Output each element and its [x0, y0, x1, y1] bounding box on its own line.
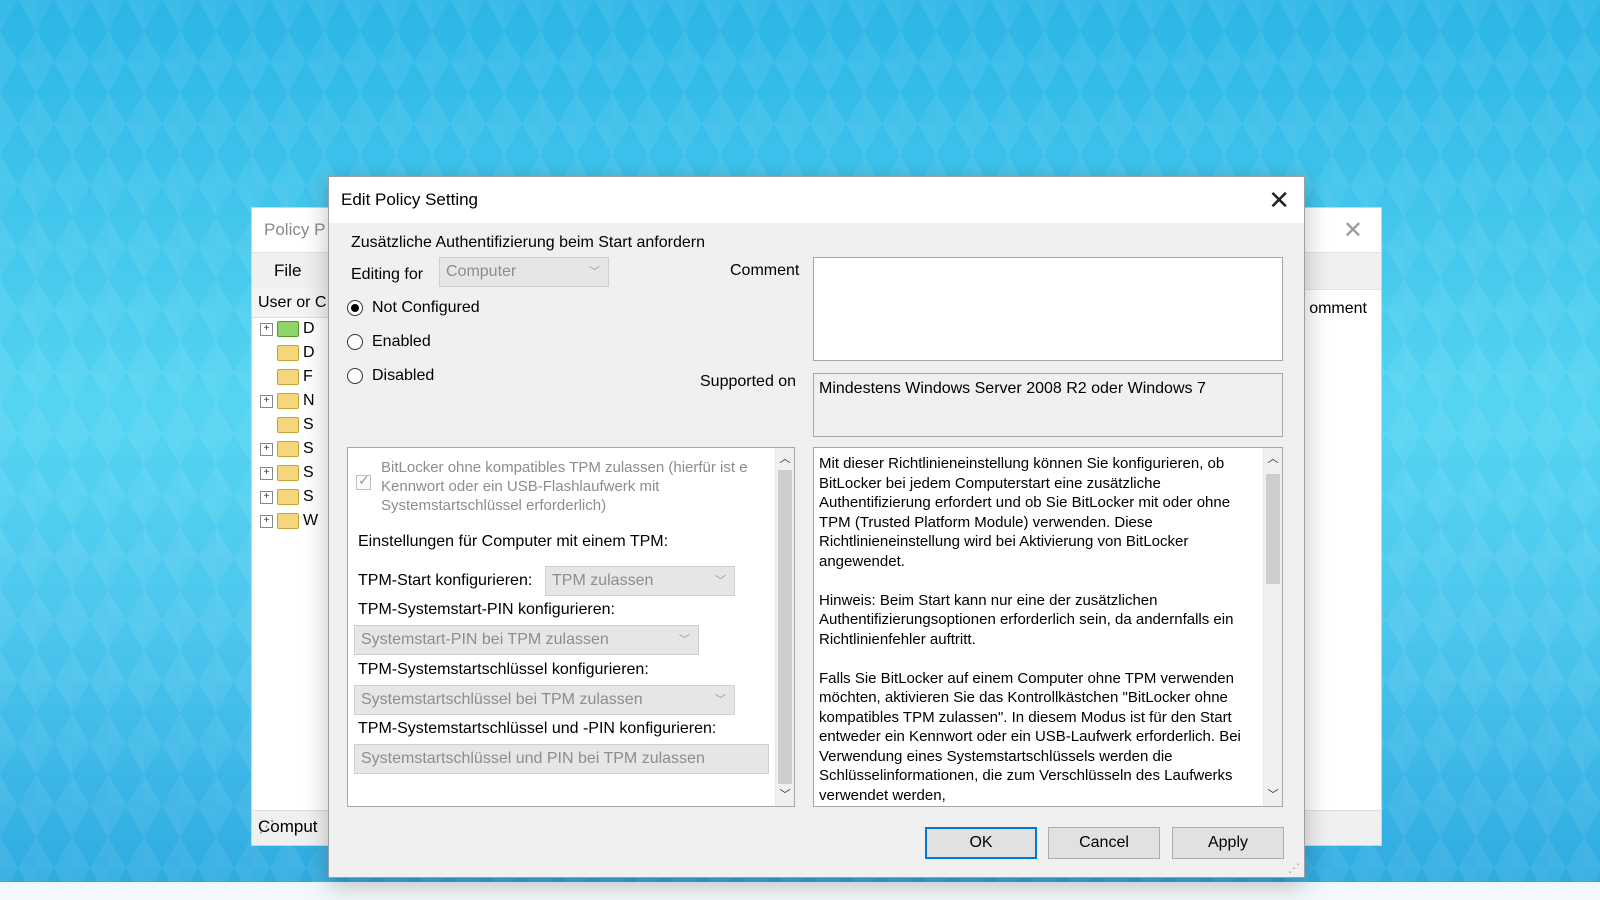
tree-item[interactable]: + S	[260, 462, 314, 484]
cancel-button[interactable]: Cancel	[1048, 827, 1160, 859]
help-scroll-thumb[interactable]	[1266, 474, 1280, 584]
bitlocker-checkbox-label: BitLocker ohne kompatibles TPM zulassen …	[381, 459, 748, 514]
radio-enabled[interactable]: Enabled	[347, 333, 431, 351]
tpm-key-label: TPM-Systemstartschlüssel konfigurieren:	[358, 661, 649, 678]
tpm-start-select[interactable]: TPM zulassen ﹀	[545, 566, 735, 596]
chevron-down-icon: ﹀	[589, 266, 600, 279]
chevron-down-icon: ﹀	[715, 694, 726, 707]
dialog-titlebar: Edit Policy Setting ✕	[329, 177, 1304, 223]
apply-button[interactable]: Apply	[1172, 827, 1284, 859]
plus-icon[interactable]: +	[260, 514, 273, 528]
background-close-icon[interactable]: ✕	[1343, 216, 1363, 245]
chevron-up-icon[interactable]: ︿	[1264, 450, 1282, 468]
chevron-down-icon: ﹀	[679, 634, 690, 647]
plus-icon[interactable]: +	[260, 466, 273, 480]
folder-icon	[277, 321, 299, 337]
help-text: Mit dieser Richtlinieneinstellung können…	[819, 455, 1241, 804]
tpm-start-value: TPM zulassen	[552, 572, 654, 589]
chevron-down-icon[interactable]: ﹀	[1264, 786, 1282, 804]
radio-indicator[interactable]	[347, 300, 363, 316]
resize-grip-icon[interactable]: ⋰	[1288, 861, 1300, 875]
help-scrollbar[interactable]: ︿ ﹀	[1263, 448, 1282, 806]
radio-not-configured-label: Not Configured	[372, 299, 480, 316]
tree-item[interactable]: + D	[260, 318, 315, 340]
background-window-title: Policy P	[264, 220, 326, 239]
chevron-down-icon: ﹀	[715, 575, 726, 588]
radio-disabled-label: Disabled	[372, 367, 435, 384]
plus-icon[interactable]: +	[260, 322, 273, 336]
menu-file[interactable]: File	[274, 261, 301, 281]
options-panel: BitLocker ohne kompatibles TPM zulassen …	[347, 447, 795, 807]
chevron-down-icon[interactable]: ﹀	[776, 786, 794, 804]
tpm-key-pin-label: TPM-Systemstartschlüssel und -PIN konfig…	[358, 720, 717, 737]
options-scroll-thumb[interactable]	[778, 470, 792, 784]
folder-icon	[277, 393, 299, 409]
folder-icon	[277, 489, 299, 505]
folder-icon	[277, 441, 299, 457]
tpm-start-label: TPM-Start konfigurieren:	[358, 572, 533, 589]
chevron-up-icon[interactable]: ︿	[776, 450, 794, 468]
tpm-key-select[interactable]: Systemstartschlüssel bei TPM zulassen ﹀	[354, 685, 735, 715]
tree-item[interactable]: S	[260, 414, 314, 436]
folder-icon	[277, 369, 299, 385]
tree-item[interactable]: + S	[260, 438, 314, 460]
bitlocker-checkbox-row[interactable]: BitLocker ohne kompatibles TPM zulassen …	[356, 458, 766, 515]
editing-for-label: Editing for	[351, 266, 424, 283]
tpm-key-value: Systemstartschlüssel bei TPM zulassen	[361, 691, 643, 708]
supported-on-value: Mindestens Windows Server 2008 R2 oder W…	[819, 380, 1206, 397]
folder-icon	[277, 513, 299, 529]
edit-policy-dialog: Edit Policy Setting ✕ Zusätzliche Authen…	[328, 176, 1305, 878]
editing-for-value: Computer	[446, 263, 517, 280]
tpm-pin-label: TPM-Systemstart-PIN konfigurieren:	[358, 601, 615, 618]
tree-item[interactable]: + W	[260, 510, 318, 532]
tpm-section-heading: Einstellungen für Computer mit einem TPM…	[358, 533, 669, 550]
tpm-key-pin-value: Systemstartschlüssel und PIN bei TPM zul…	[361, 750, 705, 767]
ok-button[interactable]: OK	[925, 827, 1037, 859]
close-icon[interactable]: ✕	[1268, 185, 1290, 216]
folder-icon	[277, 417, 299, 433]
plus-icon[interactable]: +	[260, 490, 273, 504]
tree-column-header[interactable]: User or C	[252, 289, 332, 318]
bitlocker-checkbox[interactable]	[356, 472, 371, 490]
editing-for-select[interactable]: Computer ﹀	[439, 257, 609, 287]
policy-name: Zusätzliche Authentifizierung beim Start…	[351, 234, 705, 251]
tpm-key-pin-select[interactable]: Systemstartschlüssel und PIN bei TPM zul…	[354, 744, 769, 774]
radio-indicator[interactable]	[347, 368, 363, 384]
tree-item[interactable]: F	[260, 366, 313, 388]
tree-item[interactable]: + N	[260, 390, 315, 412]
options-scrollbar[interactable]: ︿ ﹀	[775, 448, 794, 806]
radio-not-configured[interactable]: Not Configured	[347, 299, 480, 317]
radio-disabled[interactable]: Disabled	[347, 367, 434, 385]
folder-icon	[277, 465, 299, 481]
tpm-pin-select[interactable]: Systemstart-PIN bei TPM zulassen ﹀	[354, 625, 699, 655]
comment-label: Comment	[730, 262, 800, 279]
tree-column-header-label: User or C	[258, 294, 327, 311]
dialog-title: Edit Policy Setting	[341, 190, 479, 209]
tpm-pin-value: Systemstart-PIN bei TPM zulassen	[361, 631, 609, 648]
supported-on-field: Mindestens Windows Server 2008 R2 oder W…	[813, 373, 1283, 437]
tree-item[interactable]: + S	[260, 486, 314, 508]
radio-enabled-label: Enabled	[372, 333, 431, 350]
folder-icon	[277, 345, 299, 361]
comment-column-header[interactable]: omment	[1309, 300, 1367, 318]
supported-on-label: Supported on	[700, 373, 797, 390]
plus-icon[interactable]: +	[260, 394, 273, 408]
plus-icon[interactable]: +	[260, 442, 273, 456]
desktop-bottom-strip	[0, 882, 1600, 900]
comment-textarea[interactable]	[813, 257, 1283, 361]
tree-item[interactable]: D	[260, 342, 315, 364]
radio-indicator[interactable]	[347, 334, 363, 350]
help-panel: Mit dieser Richtlinieneinstellung können…	[813, 447, 1283, 807]
